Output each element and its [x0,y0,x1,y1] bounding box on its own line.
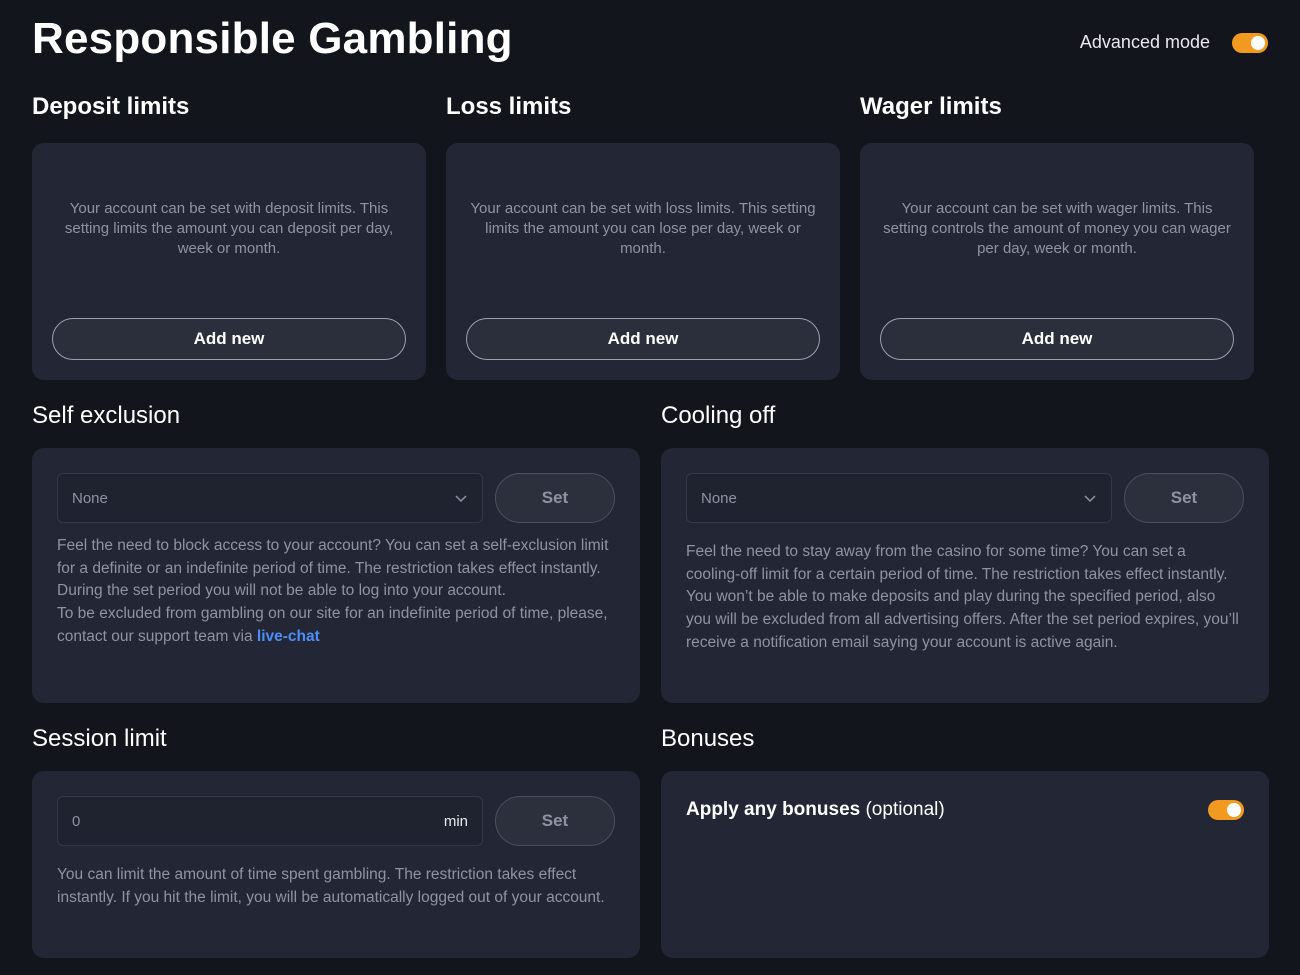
session-minutes-value: 0 [72,812,81,830]
toggle-knob [1227,803,1241,817]
self-exclusion-card: None Set Feel the need to block access t… [32,448,640,703]
self-exclusion-text-2: To be excluded from gambling on our site… [57,603,612,648]
deposit-limits-description: Your account can be set with deposit lim… [64,200,394,257]
deposit-limits-heading: Deposit limits [32,93,190,120]
apply-bonuses-optional: (optional) [865,799,945,820]
loss-limits-card: Your account can be set with loss limits… [446,143,840,380]
bonuses-heading: Bonuses [661,725,755,752]
cooling-off-description: Feel the need to stay away from the casi… [686,543,1239,651]
session-limit-set-button[interactable]: Set [495,796,615,846]
self-exclusion-description: Feel the need to block access to your ac… [57,535,612,649]
session-limit-heading: Session limit [32,725,167,752]
bonuses-card: Apply any bonuses (optional) [661,771,1269,958]
page-title: Responsible Gambling [32,14,513,63]
apply-bonuses-toggle[interactable] [1208,800,1244,820]
loss-add-new-button[interactable]: Add new [466,318,820,360]
chevron-down-icon [455,495,467,503]
cooling-off-heading: Cooling off [661,402,776,429]
advanced-mode-toggle[interactable] [1232,32,1268,53]
responsible-gambling-page: Responsible Gambling Advanced mode Depos… [0,0,1300,975]
session-limit-card: 0 min Set You can limit the amount of ti… [32,771,640,958]
self-exclusion-contact-text: To be excluded from gambling on our site… [57,605,608,645]
deposit-add-new-button[interactable]: Add new [52,318,406,360]
cooling-off-selected-value: None [701,489,737,507]
wager-limits-description: Your account can be set with wager limit… [883,200,1231,257]
self-exclusion-selected-value: None [72,489,108,507]
wager-add-new-button[interactable]: Add new [880,318,1234,360]
cooling-off-select[interactable]: None [686,473,1112,523]
cooling-off-set-button[interactable]: Set [1124,473,1244,523]
chevron-down-icon [1084,495,1096,503]
session-limit-description: You can limit the amount of time spent g… [57,866,605,906]
advanced-mode-label: Advanced mode [1079,32,1210,52]
self-exclusion-heading: Self exclusion [32,402,181,429]
self-exclusion-text-1: Feel the need to block access to your ac… [57,537,609,600]
self-exclusion-select[interactable]: None [57,473,483,523]
deposit-limits-card: Your account can be set with deposit lim… [32,143,426,380]
wager-limits-card: Your account can be set with wager limit… [860,143,1254,380]
loss-limits-heading: Loss limits [446,93,572,120]
self-exclusion-set-button[interactable]: Set [495,473,615,523]
apply-bonuses-label-bold: Apply any bonuses [686,799,861,820]
session-minutes-input[interactable]: 0 min [57,796,483,846]
apply-bonuses-row: Apply any bonuses (optional) [686,799,1244,821]
apply-bonuses-label: Apply any bonuses (optional) [686,799,945,821]
wager-limits-heading: Wager limits [860,93,1002,120]
minutes-unit-label: min [443,812,468,830]
advanced-mode-control: Advanced mode [1080,32,1268,53]
toggle-knob [1251,35,1265,50]
cooling-off-card: None Set Feel the need to stay away from… [661,448,1269,703]
loss-limits-description: Your account can be set with loss limits… [470,200,816,257]
live-chat-link[interactable]: live-chat [257,628,320,645]
